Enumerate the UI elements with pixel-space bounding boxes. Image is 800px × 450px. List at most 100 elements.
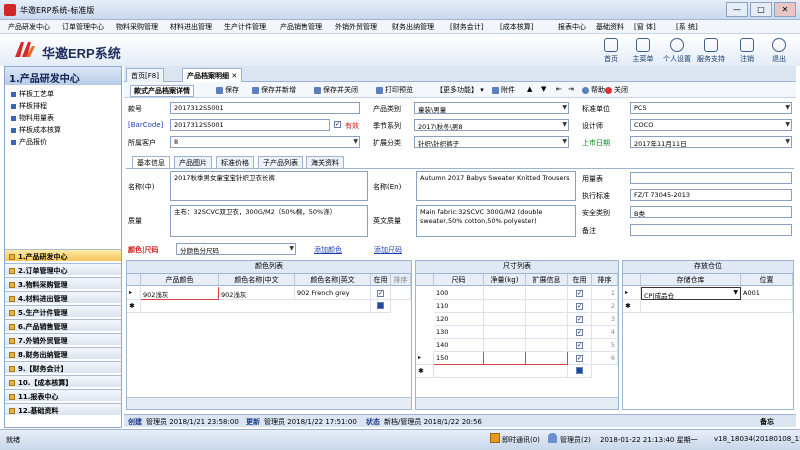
usage-input[interactable] <box>630 172 792 184</box>
menu-item[interactable]: 基础资料 <box>596 22 624 32</box>
module-item[interactable]: 2.订单管理中心 <box>5 263 121 275</box>
save-close-button[interactable]: 保存并关闭 <box>314 85 358 95</box>
sort-cell[interactable]: 1 <box>592 287 618 300</box>
in-use-checkbox[interactable]: ✓ <box>576 355 583 362</box>
module-item[interactable]: 11.报表中心 <box>5 389 121 401</box>
valid-checkbox[interactable]: ✓ <box>334 121 341 128</box>
print-preview-button[interactable]: 打印预览 <box>376 85 413 95</box>
season-select[interactable]: 2017\秋冬\男8 <box>414 119 569 131</box>
tab-home[interactable]: 首页[F8] <box>126 68 164 82</box>
size-cell[interactable]: 110 <box>434 300 484 313</box>
column-header[interactable]: 排序 <box>391 274 411 286</box>
column-header[interactable]: 在用 <box>371 274 391 286</box>
menu-item[interactable]: 财务出纳管理 <box>392 22 434 32</box>
unit-select[interactable]: PCS <box>630 102 792 114</box>
sort-cell[interactable] <box>391 287 411 300</box>
maximize-button[interactable]: □ <box>750 2 772 17</box>
up-button[interactable]: ▲ <box>527 85 532 93</box>
support-button[interactable]: 服务支持 <box>694 38 728 64</box>
new-row[interactable] <box>141 300 371 313</box>
menu-item[interactable]: 外销外贸管理 <box>335 22 377 32</box>
name-cn-textarea[interactable]: 2017秋季男女童宝宝针织卫衣长裤 <box>170 171 368 201</box>
module-item[interactable]: 7.外销外贸管理 <box>5 333 121 345</box>
column-header[interactable]: 位置 <box>741 274 793 286</box>
horizontal-scrollbar[interactable] <box>416 397 618 409</box>
ext-info-cell[interactable] <box>526 300 568 313</box>
safety-input[interactable]: B类 <box>630 206 792 218</box>
column-header[interactable]: 尺码 <box>434 274 484 286</box>
net-weight-cell[interactable] <box>484 300 526 313</box>
sort-cell[interactable]: 2 <box>592 300 618 313</box>
module-item[interactable]: 5.生产计件管理 <box>5 305 121 317</box>
in-use-checkbox[interactable]: ✓ <box>576 342 583 349</box>
attachment-button[interactable]: 附件 <box>492 85 515 95</box>
size-cell[interactable]: 150 <box>434 352 484 365</box>
column-header[interactable]: 扩展信息 <box>526 274 568 286</box>
color-code-cell[interactable]: 902浅灰 <box>141 287 219 300</box>
ext-info-cell[interactable] <box>526 313 568 326</box>
category-select[interactable]: 童装\男童 <box>414 102 569 114</box>
column-header[interactable]: 颜色名称|英文 <box>295 274 371 286</box>
main-menu-button[interactable]: 主菜单 <box>626 38 660 64</box>
code-input[interactable]: 2017312S5001 <box>170 102 360 114</box>
client-select[interactable]: 8 <box>170 136 360 148</box>
add-size-link[interactable]: 添加尺码 <box>374 245 402 255</box>
ext-info-cell[interactable] <box>526 326 568 339</box>
column-header[interactable]: 排序 <box>592 274 618 286</box>
column-header[interactable]: 净量(kg) <box>484 274 526 286</box>
add-color-link[interactable]: 添加颜色 <box>314 245 342 255</box>
sort-cell[interactable]: 3 <box>592 313 618 326</box>
warehouse-cell[interactable]: CP|成品仓 ▼ <box>641 287 741 300</box>
in-use-checkbox[interactable]: ✓ <box>576 303 583 310</box>
new-row-checkbox[interactable] <box>377 302 384 309</box>
tab-customs[interactable]: 海关资料 <box>306 156 344 168</box>
net-weight-cell[interactable] <box>484 326 526 339</box>
first-button[interactable]: ⇤ <box>556 85 562 93</box>
instant-message-button[interactable]: 即时通讯(0) <box>502 435 540 445</box>
module-item[interactable]: 3.物料采购管理 <box>5 277 121 289</box>
size-cell[interactable]: 100 <box>434 287 484 300</box>
new-row[interactable] <box>641 300 793 313</box>
sidebar-item[interactable]: 样板成本核算 <box>11 125 61 135</box>
sort-cell[interactable]: 5 <box>592 339 618 352</box>
designer-select[interactable]: COCO <box>630 119 792 131</box>
color-name-cn-cell[interactable]: 902浅灰 <box>219 287 295 300</box>
module-item[interactable]: 9.【财务会计】 <box>5 361 121 373</box>
in-use-checkbox[interactable]: ✓ <box>576 329 583 336</box>
net-weight-cell[interactable] <box>484 352 526 365</box>
barcode-input[interactable]: 2017312S5001 <box>170 119 330 131</box>
column-header[interactable]: 产品颜色 <box>141 274 219 286</box>
sort-cell[interactable]: 6 <box>592 352 618 365</box>
name-en-textarea[interactable]: Autumn 2017 Babys Sweater Knitted Trouse… <box>416 171 576 201</box>
tab-standard-price[interactable]: 标准价格 <box>216 156 254 168</box>
net-weight-cell[interactable] <box>484 313 526 326</box>
menu-item[interactable]: 物料采购管理 <box>116 22 158 32</box>
menu-item[interactable]: [窗 体] <box>634 22 656 32</box>
menu-item[interactable]: 产品销售管理 <box>280 22 322 32</box>
menu-item[interactable]: 生产计件管理 <box>224 22 266 32</box>
save-button[interactable]: 保存 <box>216 85 239 95</box>
home-button[interactable]: 首页 <box>594 38 628 64</box>
close-button[interactable]: 关闭 <box>605 85 628 95</box>
chevron-down-icon[interactable]: ▼ <box>733 289 738 296</box>
horizontal-scrollbar[interactable] <box>127 397 411 409</box>
new-row[interactable] <box>434 365 568 378</box>
size-cell[interactable]: 120 <box>434 313 484 326</box>
size-cell[interactable]: 140 <box>434 339 484 352</box>
module-item[interactable]: 4.材料进出管理 <box>5 291 121 303</box>
sidebar-item[interactable]: 样板工艺单 <box>11 89 54 99</box>
menu-item[interactable]: 订单管理中心 <box>62 22 104 32</box>
module-item[interactable]: 6.产品销售管理 <box>5 319 121 331</box>
net-weight-cell[interactable] <box>484 339 526 352</box>
module-item[interactable]: 1.产品研发中心 <box>5 249 121 261</box>
down-button[interactable]: ▼ <box>541 85 546 93</box>
module-item[interactable]: 10.【成本核算】 <box>5 375 121 387</box>
column-header[interactable]: 存储仓库 <box>641 274 741 286</box>
sidebar-item[interactable]: 产品报价 <box>11 137 47 147</box>
tab-product-images[interactable]: 产品图片 <box>174 156 212 168</box>
tab-sub-products[interactable]: 子产品列表 <box>258 156 303 168</box>
save-new-button[interactable]: 保存并新增 <box>252 85 296 95</box>
quality-textarea[interactable]: 主布：32SCVC双卫衣，300G/M2（50%棉，50%涤） <box>170 205 368 237</box>
exit-button[interactable]: 退出 <box>762 38 796 64</box>
sidebar-item[interactable]: 物料用量表 <box>11 113 54 123</box>
